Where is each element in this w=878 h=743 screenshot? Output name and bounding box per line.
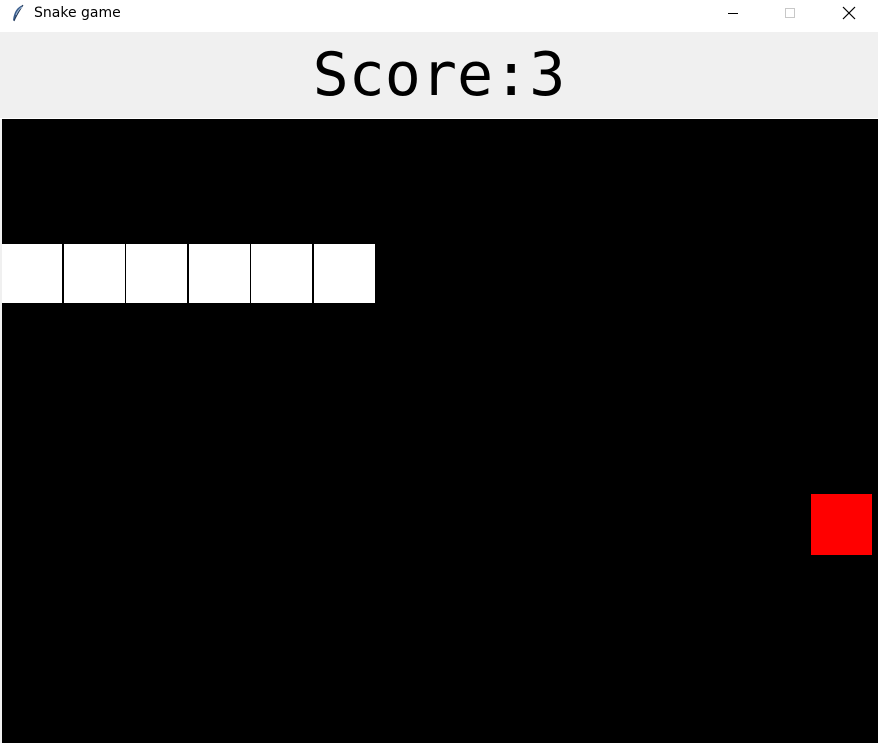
snake-segment — [62, 243, 126, 304]
score-panel: Score:3 — [0, 32, 878, 118]
window-title: Snake game — [34, 5, 121, 21]
game-window: Snake game Score:3 — [0, 0, 878, 743]
score-label: Score:3 — [312, 40, 566, 110]
close-button[interactable] — [826, 0, 872, 26]
snake-segment — [250, 243, 313, 304]
title-bar[interactable]: Snake game — [0, 0, 878, 26]
minimize-icon — [728, 13, 738, 14]
minimize-button[interactable] — [710, 0, 756, 26]
snake-segment — [312, 243, 376, 304]
food-apple — [811, 494, 872, 555]
feather-icon — [13, 4, 24, 22]
game-canvas[interactable] — [2, 119, 878, 743]
maximize-button[interactable] — [767, 0, 813, 26]
close-icon — [842, 6, 856, 20]
maximize-icon — [785, 8, 795, 18]
snake-segment — [2, 243, 63, 304]
snake-segment — [125, 243, 188, 304]
snake-segment — [187, 243, 251, 304]
